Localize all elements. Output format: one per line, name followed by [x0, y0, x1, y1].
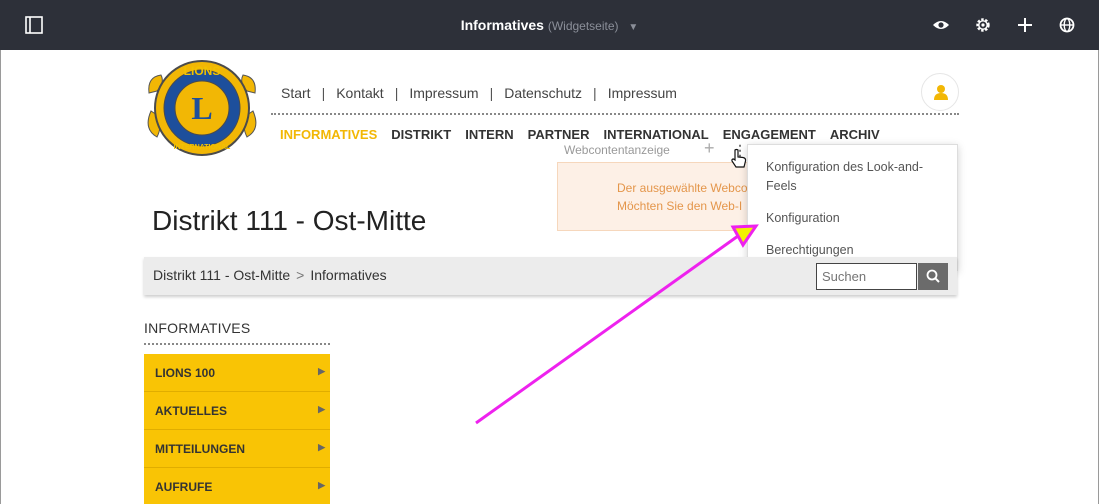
annotation-arrow: [475, 224, 759, 425]
